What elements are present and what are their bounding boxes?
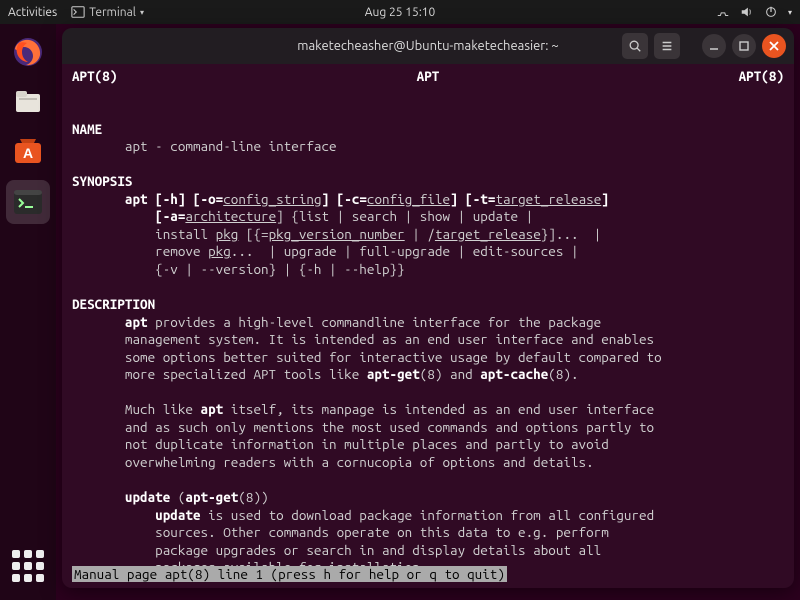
man-header-right: APT(8) [739, 68, 784, 86]
man-header-left: APT(8) [72, 68, 117, 86]
terminal-window: maketecheasher@Ubuntu-maketecheasier: ~ … [62, 28, 794, 588]
svg-text:A: A [23, 145, 33, 161]
section-name: NAME [72, 121, 102, 137]
section-description: DESCRIPTION [72, 296, 155, 312]
software-icon: A [11, 135, 45, 169]
search-button[interactable] [622, 33, 648, 59]
terminal-icon [71, 5, 85, 19]
files-icon [11, 85, 45, 119]
minimize-button[interactable] [702, 34, 726, 58]
power-icon[interactable] [764, 5, 778, 19]
volume-icon[interactable] [740, 5, 754, 19]
name-line: apt - command-line interface [125, 138, 337, 154]
network-icon[interactable] [716, 5, 730, 19]
clock[interactable]: Aug 25 15:10 [365, 6, 436, 19]
terminal-title: maketecheasher@Ubuntu-maketecheasier: ~ [297, 39, 559, 53]
man-header-center: APT [417, 68, 440, 86]
menu-button[interactable] [654, 33, 680, 59]
terminal-content[interactable]: APT(8) APT APT(8) NAME apt - command-line … [62, 64, 794, 588]
app-indicator-label: Terminal [89, 6, 136, 19]
activities-button[interactable]: Activities [8, 6, 57, 19]
close-icon [762, 34, 786, 58]
dock: A [0, 24, 56, 600]
section-synopsis: SYNOPSIS [72, 173, 132, 189]
search-icon [628, 39, 642, 53]
pager-status-line: Manual page apt(8) line 1 (press h for h… [72, 566, 507, 582]
dock-firefox[interactable] [6, 30, 50, 74]
maximize-button[interactable] [732, 34, 756, 58]
dock-files[interactable] [6, 80, 50, 124]
terminal-app-icon [11, 185, 45, 219]
show-applications-button[interactable] [6, 544, 50, 588]
dock-terminal[interactable] [6, 180, 50, 224]
minimize-icon [702, 34, 726, 58]
close-button[interactable] [762, 34, 786, 58]
gnome-topbar: Activities Terminal ▾ Aug 25 15:10 ▾ [0, 0, 800, 24]
app-indicator[interactable]: Terminal ▾ [71, 5, 144, 19]
chevron-down-icon: ▾ [788, 8, 792, 17]
firefox-icon [11, 35, 45, 69]
chevron-down-icon: ▾ [140, 8, 144, 17]
hamburger-icon [660, 39, 674, 53]
terminal-titlebar[interactable]: maketecheasher@Ubuntu-maketecheasier: ~ [62, 28, 794, 64]
dock-software[interactable]: A [6, 130, 50, 174]
maximize-icon [732, 34, 756, 58]
